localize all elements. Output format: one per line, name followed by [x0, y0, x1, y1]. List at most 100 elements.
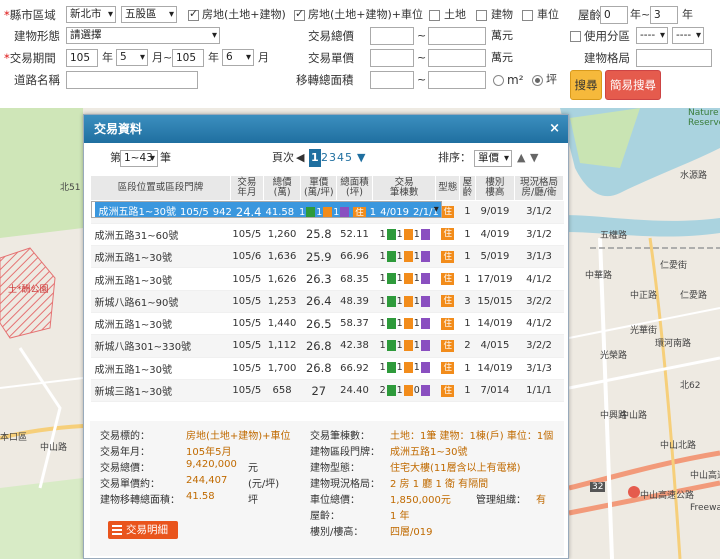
map-label-5: 光榮路	[600, 351, 628, 361]
area-to[interactable]	[428, 71, 486, 89]
table-row[interactable]: 成洲五路1~30號 105/6 1,636 25.9 66.96 1 1 1 住 1 5/019 3/…	[90, 245, 564, 269]
month-tilde-text: 月~	[152, 51, 173, 64]
count-building: 1	[396, 317, 403, 329]
chk-building[interactable]	[476, 10, 487, 21]
table-row[interactable]: 新城八路61~90號 105/5 1,253 26.4 48.39 1 1 1 住 3 15/015…	[90, 290, 564, 313]
cell-layout: 3/1/3	[514, 357, 564, 380]
year-to-input[interactable]: 105	[172, 49, 204, 67]
table-row[interactable]: 成洲五路31~60號 105/5 1,260 25.8 52.11 1 1 1 住 1 4/019 3…	[90, 223, 564, 247]
cell-area: 66.96	[336, 245, 373, 269]
chk-land-building[interactable]	[188, 7, 199, 21]
form-row-region: 縣市區域 新北市 五股區 房地(土地+建物) 房地(土地+建物)+車位 土地 建…	[0, 6, 720, 26]
col-ym[interactable]: 交易 年月	[229, 175, 264, 201]
col-layout[interactable]: 現況格局 房/廳/衛	[514, 175, 564, 201]
layout-input[interactable]	[636, 49, 712, 67]
age-to-input[interactable]: 3	[650, 6, 678, 24]
chk-zone[interactable]	[570, 31, 581, 42]
cell-type: 住	[351, 202, 368, 217]
month-to-select[interactable]: 6	[222, 49, 254, 66]
page-4[interactable]: 4	[337, 149, 344, 167]
sort-select[interactable]: 單價	[474, 150, 512, 167]
detail-mgmt-label: 管理組織：	[476, 495, 526, 506]
detail-area-value: 41.58	[186, 491, 215, 502]
cell-count: 111	[372, 312, 436, 336]
page-2[interactable]: 2	[321, 149, 328, 167]
parking-icon	[420, 228, 430, 240]
form-row-type: 建物形態 請選擇 交易總價 ~ 萬元 使用分區 ---- ----	[0, 27, 720, 47]
unit-ping-radio[interactable]	[532, 75, 543, 86]
col-area[interactable]: 總面積 (坪)	[336, 175, 373, 201]
zone-select-b[interactable]: ----	[672, 27, 704, 44]
table-row[interactable]: 成洲五路1~30號 105/5 1,626 26.3 68.35 1 1 1 住 1 17/019 4…	[90, 267, 564, 291]
table-row[interactable]: 新城三路1~30號 105/5 658 27 24.40 2 1 0 住 1 7/014 1/1/1	[90, 379, 564, 403]
page-3[interactable]: 3	[329, 149, 336, 167]
table-row[interactable]: 成洲五路1~30號 105/5 1,440 26.5 58.37 1 1 1 住 1 14/019 4…	[90, 312, 564, 336]
unit-price-to[interactable]	[428, 49, 486, 67]
page-5[interactable]: 5	[345, 149, 352, 167]
table-row[interactable]: 成洲五路1~30號 105/5 942 24.4 41.58 1 1 1 住 1 4/019 2/1/…	[90, 201, 442, 218]
sort-desc-icon[interactable]: ▼	[530, 149, 538, 167]
residence-badge: 住	[441, 339, 454, 352]
cell-total: 1,260	[263, 223, 301, 247]
detail-unit-value: 244,407	[186, 475, 228, 486]
prev-icon[interactable]: ◀	[296, 149, 304, 167]
table-row[interactable]: 成洲五路1~30號 105/5 1,700 26.8 66.92 1 1 1 住 1 14/019 3…	[90, 357, 564, 380]
count-land: 1	[379, 362, 386, 374]
period-label: 交易期間	[4, 49, 56, 67]
col-unit[interactable]: 單價 (萬/坪)	[300, 175, 338, 201]
residence-badge: 住	[441, 273, 454, 286]
parking-icon	[420, 384, 430, 396]
cell-age: 1	[459, 379, 476, 403]
cell-layout: 3/1/3	[514, 245, 564, 269]
building-icon	[323, 207, 333, 217]
transaction-detail-button[interactable]: 交易明細	[108, 521, 178, 539]
page-1[interactable]: 1	[309, 149, 321, 167]
cell-floor: 15/015	[475, 290, 515, 313]
cell-unit: 26.8	[300, 357, 337, 380]
page-suffix: 筆	[160, 151, 171, 164]
detail-age-value: 1 年	[390, 511, 410, 522]
col-age[interactable]: 屋齡	[459, 175, 476, 201]
land-icon	[386, 273, 396, 285]
map-label-3: 環河南路	[655, 339, 692, 349]
total-price-to[interactable]	[428, 27, 486, 45]
col-floor[interactable]: 樓別 樓高	[474, 175, 516, 201]
total-price-from[interactable]	[370, 27, 414, 45]
table-row[interactable]: 新城八路301~330號 105/5 1,112 26.8 42.38 1 1 1 住 2 4/01…	[90, 334, 564, 358]
unit-m2-radio[interactable]	[493, 75, 504, 86]
col-type[interactable]: 型態	[435, 175, 461, 201]
detail-mgmt-value: 有	[536, 495, 546, 506]
cell-count: 210	[372, 379, 436, 403]
year-from-input[interactable]: 105	[66, 49, 98, 67]
zone-select-a[interactable]: ----	[636, 27, 668, 44]
district-select[interactable]: 五股區	[121, 6, 177, 23]
unit-price-from[interactable]	[370, 49, 414, 67]
close-icon[interactable]: ×	[549, 115, 560, 143]
chk-land[interactable]	[429, 10, 440, 21]
month-from-select[interactable]: 5	[116, 49, 148, 66]
next-page-icon[interactable]: ▼	[357, 149, 365, 167]
road-input[interactable]	[66, 71, 198, 89]
cell-ym: 105/5	[230, 357, 264, 380]
chk-parking[interactable]	[522, 10, 533, 21]
cell-ym: 105/6	[230, 245, 264, 269]
chk-land-building-label: 房地(土地+建物)	[202, 8, 286, 21]
sort-asc-icon[interactable]: ▲	[517, 149, 525, 167]
area-from[interactable]	[370, 71, 414, 89]
cell-count: 111	[372, 245, 436, 269]
map-label-20: 中山高速公路	[690, 471, 720, 481]
city-select[interactable]: 新北市	[66, 6, 116, 23]
cell-ym: 105/5	[230, 223, 264, 247]
building-icon	[403, 295, 413, 307]
col-total[interactable]: 總價 (萬)	[262, 175, 302, 201]
chk-land-building-parking[interactable]	[294, 7, 305, 21]
simple-search-button[interactable]: 簡易搜尋	[605, 70, 661, 100]
page-range-select[interactable]: 1~43	[120, 150, 158, 167]
age-from-input[interactable]: 0	[600, 6, 628, 24]
search-button[interactable]: 搜尋	[570, 70, 602, 100]
col-addr[interactable]: 區段位置或區段門牌	[90, 175, 231, 201]
cell-area: 24.40	[336, 379, 373, 403]
cell-floor: 9/019	[475, 201, 515, 224]
type-select[interactable]: 請選擇	[66, 27, 220, 44]
col-count[interactable]: 交易 筆棟數	[371, 175, 437, 201]
